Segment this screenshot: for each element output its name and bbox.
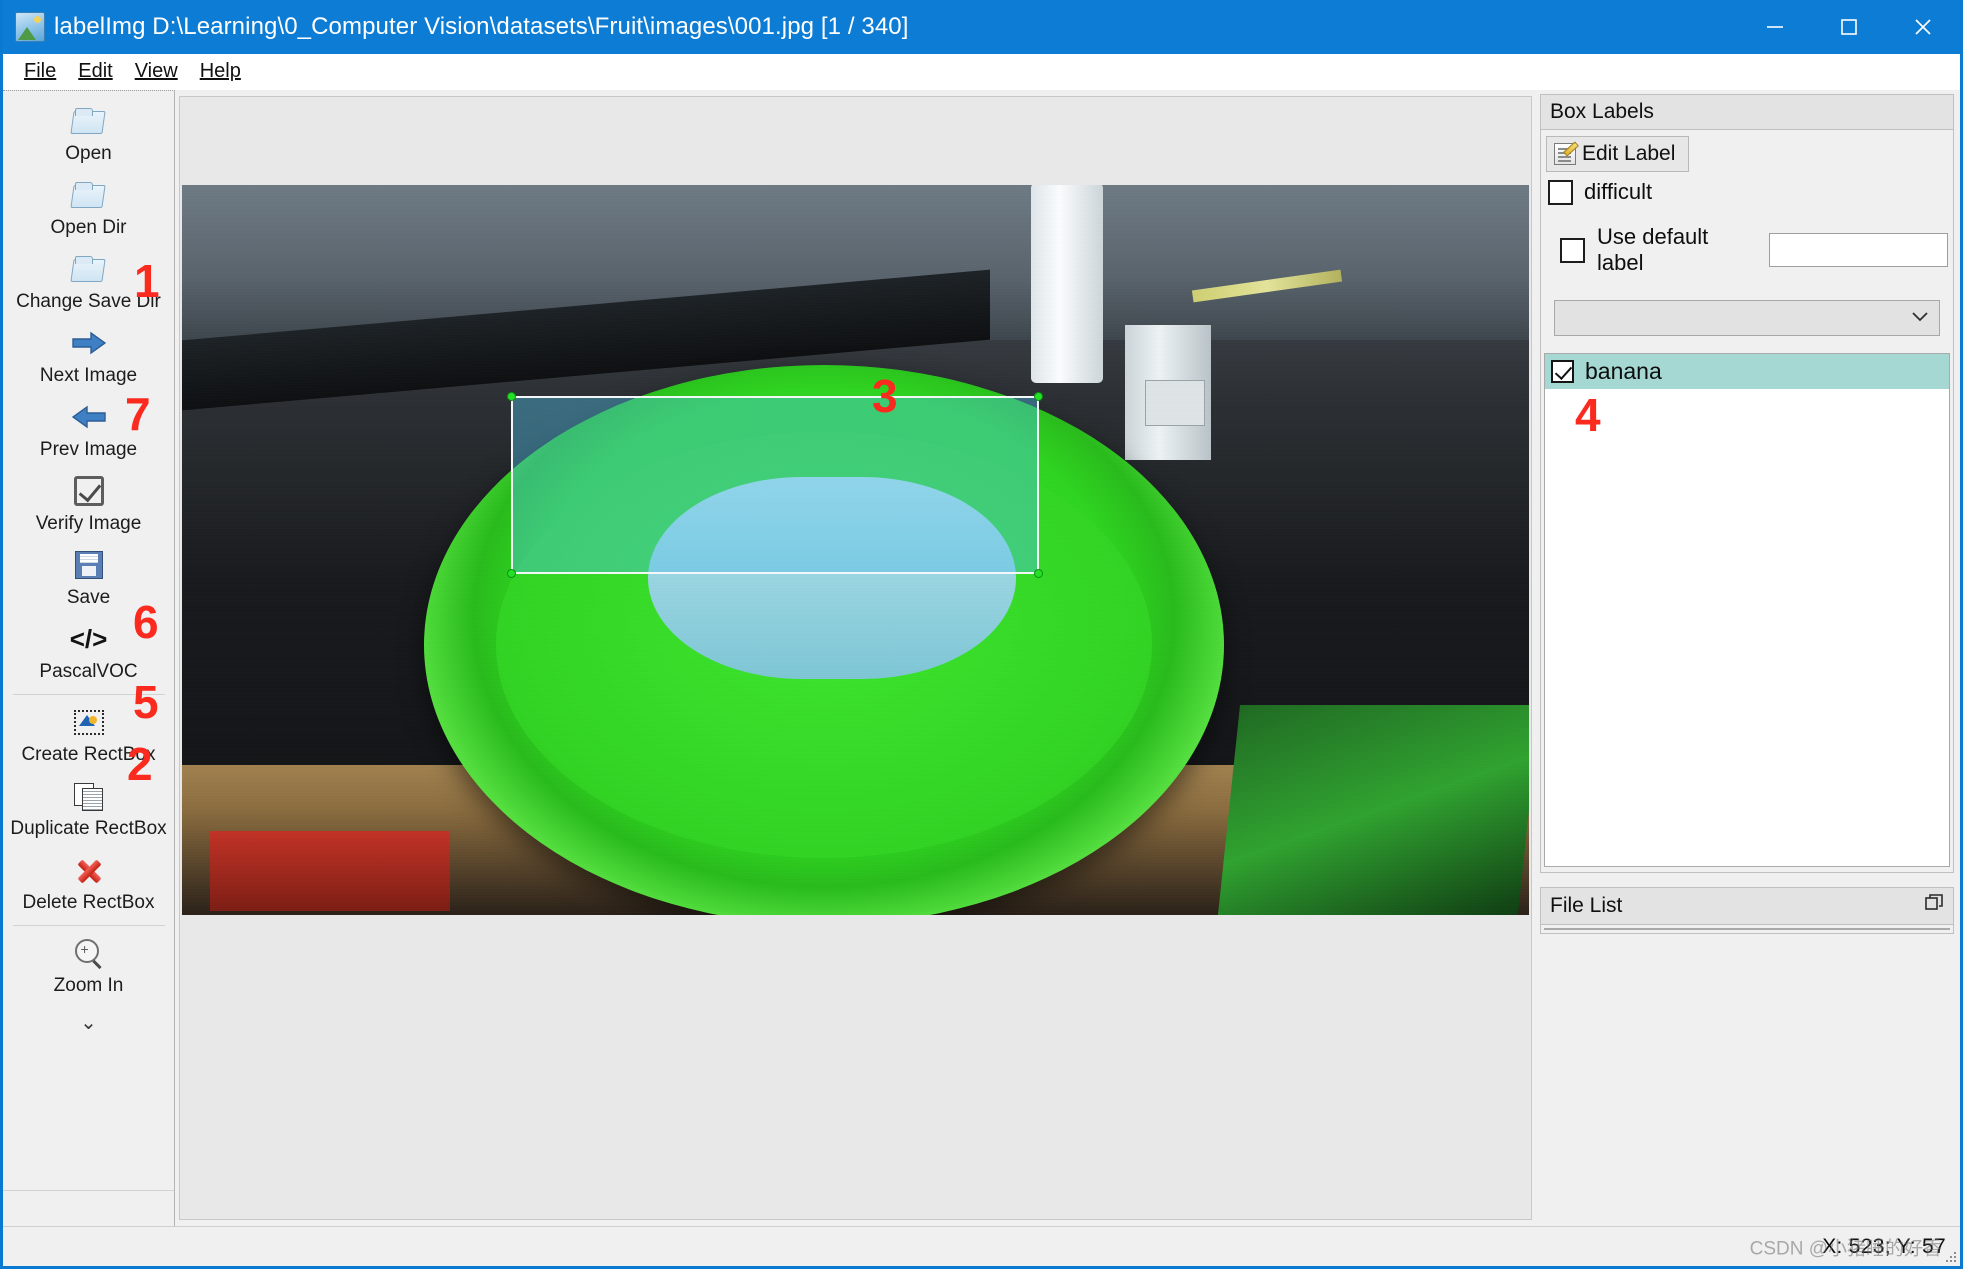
edit-label-button-text: Edit Label [1582, 142, 1676, 165]
maximize-icon[interactable] [1812, 0, 1886, 54]
edit-label-icon [1554, 143, 1576, 165]
menu-view[interactable]: View [124, 57, 189, 86]
canvas-area: 3 [175, 90, 1536, 1226]
red-cross-icon [74, 853, 104, 887]
annotation-marker-3: 3 [872, 370, 898, 422]
menu-file[interactable]: File [13, 57, 67, 86]
annotation-marker-4: 4 [1575, 389, 1601, 441]
difficult-checkbox-row[interactable]: difficult [1544, 172, 1950, 208]
file-rows: D:\Learning\0_Computer Vision\datasets\I… [1545, 929, 1927, 930]
main-body: Open Open Dir Change Save Dir Next Image [3, 90, 1960, 1226]
menu-edit-label: Edit [78, 60, 113, 82]
arrow-right-icon [71, 326, 106, 360]
annotation-marker-6: 6 [133, 596, 159, 648]
box-labels-title-text: Box Labels [1550, 100, 1654, 123]
file-list-dock: File List D:\Learning\0_Computer Vision\… [1540, 887, 1954, 1222]
right-panel: Box Labels Edit Label difficult Use defa… [1536, 90, 1960, 1226]
labelimg-icon [15, 12, 45, 42]
toolbar-label-zoom-in: Zoom In [53, 975, 124, 996]
difficult-checkbox[interactable] [1548, 179, 1573, 205]
rect-handle-top-right[interactable] [1034, 392, 1043, 401]
close-icon[interactable] [1886, 0, 1960, 54]
resize-grip[interactable] [1945, 1251, 1957, 1263]
menu-file-label: File [24, 60, 57, 82]
list-item[interactable]: banana [1545, 354, 1949, 389]
window-controls [1738, 0, 1960, 54]
use-default-label-text: Use default label [1597, 224, 1709, 275]
box-labels-dock: Box Labels Edit Label difficult Use defa… [1540, 94, 1954, 873]
menu-view-label: View [134, 60, 178, 82]
toolbar-label-next-image: Next Image [39, 365, 138, 386]
toolbar-label-save: Save [66, 587, 111, 608]
folder-open-icon [72, 178, 106, 212]
chevron-up-icon[interactable]: ▲ [1931, 929, 1947, 930]
label-item-text: banana [1585, 358, 1662, 384]
folder-open-icon [72, 252, 106, 286]
toolbar-item-open[interactable]: Open [5, 98, 173, 172]
duplicate-rectbox-icon [73, 779, 104, 813]
floppy-save-icon [74, 548, 103, 582]
edit-label-button[interactable]: Edit Label [1546, 136, 1690, 172]
toolbar-item-verify-image[interactable]: Verify Image [5, 468, 173, 542]
labelimg-window: labelImg D:\Learning\0_Computer Vision\d… [0, 0, 1963, 1269]
toolbar-label-delete-rectbox: Delete RectBox [22, 892, 155, 913]
annotation-marker-2: 2 [127, 738, 153, 790]
rect-handle-bottom-right[interactable] [1034, 569, 1043, 578]
image-canvas[interactable]: 3 [179, 96, 1532, 1220]
toolbar-label-pascalvoc: PascalVOC [39, 661, 138, 682]
box-labels-list[interactable]: banana 4 [1544, 353, 1950, 867]
use-default-label-row: Use default label [1544, 208, 1950, 280]
default-label-input[interactable] [1769, 233, 1948, 267]
toolbar-separator [12, 925, 165, 926]
file-list-inner[interactable]: D:\Learning\0_Computer Vision\datasets\I… [1544, 928, 1950, 930]
toolbar-label-open-dir: Open Dir [50, 217, 127, 238]
toolbar-item-zoom-in[interactable]: + Zoom In [5, 930, 173, 1004]
toolbar-footer [3, 1190, 174, 1226]
annotation-marker-5: 5 [133, 676, 159, 728]
file-list-body: D:\Learning\0_Computer Vision\datasets\I… [1540, 925, 1954, 934]
title-bar: labelImg D:\Learning\0_Computer Vision\d… [3, 0, 1960, 54]
cursor-coordinates: X: 523; Y: 57 [1822, 1234, 1946, 1258]
rect-handle-top-left[interactable] [507, 392, 516, 401]
file-list-title-text: File List [1550, 894, 1623, 917]
label-item-checkbox[interactable] [1551, 360, 1574, 383]
rect-handle-bottom-left[interactable] [507, 569, 516, 578]
file-list-horizontal-scrollbar[interactable]: ◀ ▶ [1545, 928, 1949, 929]
status-bar: X: 523; Y: 57 CSDN @小猪睡的好香 [3, 1226, 1960, 1266]
label-combo-box[interactable] [1554, 300, 1940, 336]
chevron-double-down-icon[interactable]: ⌄ [80, 1010, 97, 1035]
left-toolbar: Open Open Dir Change Save Dir Next Image [3, 90, 175, 1226]
window-title: labelImg D:\Learning\0_Computer Vision\d… [54, 13, 909, 40]
chevron-right-icon[interactable]: ▶ [1929, 928, 1947, 929]
create-rectbox-icon [73, 705, 104, 739]
rect-box-banana[interactable] [507, 392, 1043, 578]
use-default-label-checkbox[interactable] [1560, 237, 1585, 263]
toolbar-item-next-image[interactable]: Next Image [5, 320, 173, 394]
box-labels-title: Box Labels [1540, 94, 1954, 130]
menu-edit[interactable]: Edit [67, 57, 123, 86]
menu-help-label: Help [199, 60, 241, 82]
arrow-left-icon [71, 400, 106, 434]
toolbar-label-prev-image: Prev Image [39, 439, 138, 460]
menu-bar: File Edit View Help [3, 54, 1960, 90]
chevron-down-icon [1911, 309, 1929, 327]
toolbar-item-open-dir[interactable]: Open Dir [5, 172, 173, 246]
difficult-label: difficult [1584, 179, 1653, 204]
minimize-icon[interactable] [1738, 0, 1812, 54]
box-labels-body: Edit Label difficult Use default label b… [1540, 130, 1954, 873]
checkbox-check-icon [73, 474, 104, 508]
file-list-title: File List [1540, 887, 1954, 925]
float-dock-icon[interactable] [1924, 893, 1944, 919]
menu-help[interactable]: Help [189, 57, 252, 86]
annotation-marker-7: 7 [125, 388, 151, 440]
folder-open-icon [72, 104, 106, 138]
code-tags-icon: </> [69, 623, 108, 654]
toolbar-label-open: Open [65, 143, 112, 164]
annotation-marker-1: 1 [134, 255, 160, 307]
magnifier-plus-icon: + [74, 936, 103, 970]
toolbar-item-delete-rectbox[interactable]: Delete RectBox [5, 847, 173, 921]
toolbar-label-verify-image: Verify Image [35, 513, 142, 534]
chevron-left-icon[interactable]: ◀ [1547, 928, 1565, 929]
toolbar-label-duplicate-rectbox: Duplicate RectBox [10, 818, 167, 839]
